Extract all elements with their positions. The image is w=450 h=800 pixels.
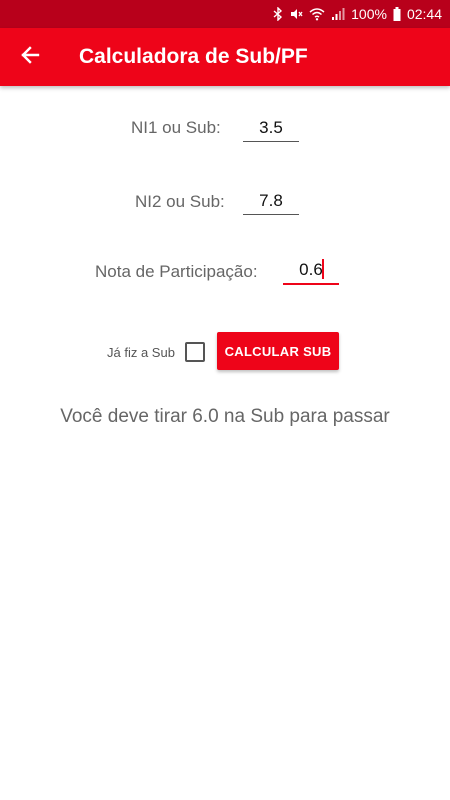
participacao-label: Nota de Participação: xyxy=(95,262,258,281)
ni1-label: NI1 ou Sub: xyxy=(131,118,221,137)
wifi-icon xyxy=(309,7,325,21)
status-icons: 100% 02:44 xyxy=(273,0,442,28)
text-cursor xyxy=(322,259,324,279)
ni2-input[interactable] xyxy=(243,187,299,218)
page-title: Calculadora de Sub/PF xyxy=(79,45,308,68)
ni2-field-wrap xyxy=(243,187,299,218)
participacao-field-wrap xyxy=(283,256,339,287)
participacao-input[interactable] xyxy=(283,256,339,287)
battery-percent: 100% xyxy=(351,6,387,22)
battery-icon xyxy=(393,7,401,21)
ni1-input[interactable] xyxy=(243,114,299,145)
result-text: Você deve tirar 6.0 na Sub para passar xyxy=(60,406,390,427)
checkbox-label: Já fiz a Sub xyxy=(107,345,175,360)
mute-icon xyxy=(289,7,303,21)
back-button[interactable] xyxy=(10,37,50,77)
bluetooth-icon xyxy=(273,7,283,21)
ni1-field-wrap xyxy=(243,114,299,145)
signal-icon xyxy=(331,7,345,21)
arrow-left-icon xyxy=(20,45,40,70)
ni2-label: NI2 ou Sub: xyxy=(135,192,225,211)
calcular-sub-button[interactable]: CALCULAR SUB xyxy=(217,332,339,370)
clock: 02:44 xyxy=(406,6,442,22)
ja-fiz-sub-checkbox[interactable] xyxy=(185,342,205,362)
app-bar: Calculadora de Sub/PF xyxy=(0,28,450,86)
status-bar: 100% 02:44 xyxy=(0,0,450,28)
